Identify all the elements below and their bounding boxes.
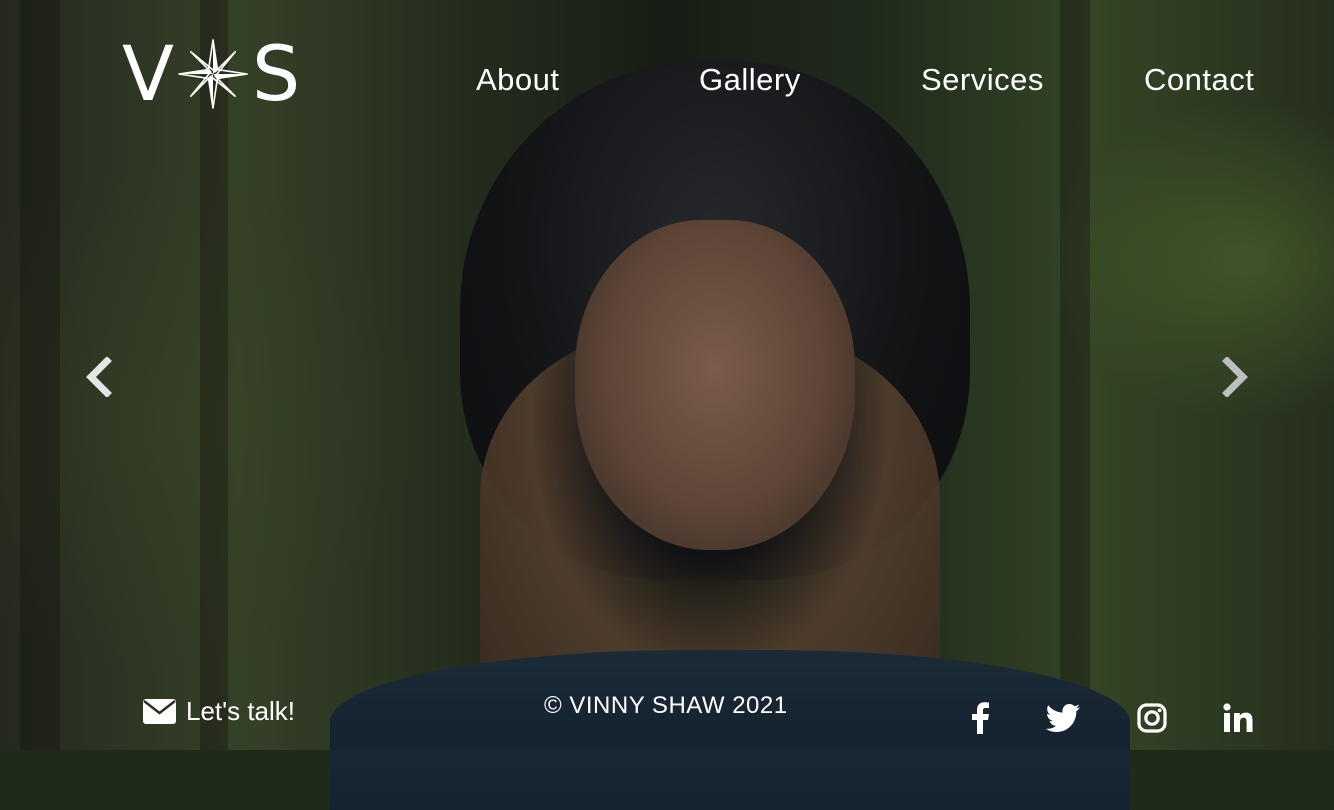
chevron-left-icon	[86, 357, 112, 397]
twitter-icon	[1046, 704, 1080, 732]
nav-gallery[interactable]: Gallery	[699, 58, 801, 102]
chevron-right-icon	[1222, 357, 1248, 397]
linkedin-icon	[1223, 703, 1253, 732]
nav-contact[interactable]: Contact	[1144, 58, 1254, 102]
lets-talk-link[interactable]: Let's talk!	[143, 696, 295, 727]
lets-talk-label: Let's talk!	[186, 696, 296, 726]
twitter-link[interactable]	[1045, 700, 1081, 736]
copyright-text: © VINNY SHAW 2021	[544, 692, 788, 719]
facebook-icon	[972, 702, 989, 734]
nav-services[interactable]: Services	[921, 58, 1044, 102]
instagram-link[interactable]	[1134, 700, 1170, 736]
main-nav: About Gallery Services Contact	[0, 58, 1334, 102]
instagram-icon	[1137, 703, 1167, 733]
facebook-link[interactable]	[962, 700, 998, 736]
hero-background-photo	[0, 0, 1334, 810]
envelope-icon	[143, 699, 176, 724]
nav-about[interactable]: About	[476, 58, 560, 102]
linkedin-link[interactable]	[1220, 700, 1256, 736]
carousel-next-button[interactable]	[1218, 356, 1250, 398]
carousel-prev-button[interactable]	[84, 356, 116, 398]
site-footer: Let's talk! © VINNY SHAW 2021	[0, 690, 1334, 750]
